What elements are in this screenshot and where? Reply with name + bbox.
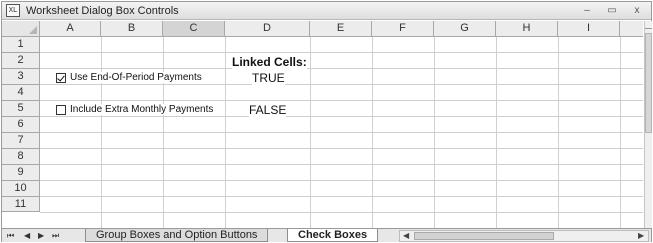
row-header-5[interactable]: 5	[2, 101, 40, 117]
row-header-3[interactable]: 3	[2, 69, 40, 85]
checkbox-box[interactable]	[56, 72, 66, 83]
row-header-1[interactable]: 1	[2, 37, 40, 53]
row-header-7[interactable]: 7	[2, 133, 40, 149]
column-header-g[interactable]: G	[434, 21, 496, 37]
column-header-i[interactable]: I	[558, 21, 620, 37]
grid-line-horizontal	[40, 52, 643, 53]
cell-area[interactable]: Use End-Of-Period Payments Include Extra…	[40, 37, 643, 228]
grid-line-horizontal	[40, 100, 643, 101]
linked-cell-value-2[interactable]: FALSE	[249, 103, 287, 117]
workbook-window: XL Worksheet Dialog Box Controls – ▭ x A…	[1, 1, 652, 242]
row-header-11[interactable]: 11	[2, 197, 40, 212]
scroll-right-icon[interactable]: ▶	[638, 231, 644, 241]
checkbox-label[interactable]: Use End-Of-Period Payments	[70, 72, 202, 83]
extra-payments-checkbox[interactable]: Include Extra Monthly Payments	[56, 104, 214, 115]
linked-cell-value-1[interactable]: TRUE	[252, 71, 285, 85]
grid-line-horizontal	[40, 148, 643, 149]
grid-line-horizontal	[40, 84, 643, 85]
grid-line-horizontal	[40, 164, 643, 165]
row-header-2[interactable]: 2	[2, 53, 40, 69]
horizontal-scrollbar[interactable]: ◀ ▶	[399, 230, 649, 242]
column-header-d[interactable]: D	[225, 21, 310, 37]
column-header-overflow[interactable]	[620, 21, 643, 37]
row-header-9[interactable]: 9	[2, 165, 40, 181]
column-header-h[interactable]: H	[496, 21, 558, 37]
sheet-tab-check-boxes[interactable]: Check Boxes	[287, 229, 379, 242]
row-header-6[interactable]: 6	[2, 117, 40, 133]
column-header-c[interactable]: C	[163, 21, 225, 37]
grid-line-horizontal	[40, 180, 643, 181]
last-sheet-icon[interactable]: ⏭	[52, 230, 59, 241]
grid-line-horizontal	[40, 196, 643, 197]
select-all-button[interactable]	[2, 21, 40, 37]
column-header-b[interactable]: B	[101, 21, 163, 37]
window-title: Worksheet Dialog Box Controls	[26, 5, 179, 17]
grid-line-horizontal	[40, 68, 643, 69]
row-header-8[interactable]: 8	[2, 149, 40, 165]
split-handle[interactable]	[645, 23, 652, 29]
column-header-a[interactable]: A	[40, 21, 101, 37]
first-sheet-icon[interactable]: ⏮	[7, 230, 14, 241]
sheet-tab-group-boxes[interactable]: Group Boxes and Option Buttons	[85, 229, 269, 242]
worksheet-grid[interactable]: A B C D E F G H I 1 2 3 4 5 6 7 8 9 10 1…	[2, 21, 643, 228]
title-bar[interactable]: XL Worksheet Dialog Box Controls – ▭ x	[2, 2, 651, 20]
sheet-tab-bar: ⏮ ◀ ▶ ⏭ Group Boxes and Option Buttons C…	[2, 228, 651, 242]
checkbox-box[interactable]	[56, 104, 66, 115]
row-header-4[interactable]: 4	[2, 85, 40, 101]
column-header-row: A B C D E F G H I	[2, 21, 643, 37]
horizontal-scroll-thumb[interactable]	[414, 232, 554, 240]
checkbox-label[interactable]: Include Extra Monthly Payments	[70, 104, 213, 115]
close-button[interactable]: x	[630, 4, 644, 17]
grid-line-horizontal	[40, 116, 643, 117]
next-sheet-icon[interactable]: ▶	[38, 230, 44, 241]
column-header-e[interactable]: E	[310, 21, 372, 37]
row-header-10[interactable]: 10	[2, 181, 40, 197]
linked-cells-heading[interactable]: Linked Cells:	[232, 55, 307, 69]
prev-sheet-icon[interactable]: ◀	[24, 230, 30, 241]
grid-line-horizontal	[40, 132, 643, 133]
excel-workbook-icon[interactable]: XL	[6, 4, 20, 17]
end-of-period-checkbox[interactable]: Use End-Of-Period Payments	[56, 72, 202, 83]
restore-button[interactable]: ▭	[605, 4, 619, 17]
grid-line-horizontal	[40, 212, 643, 213]
vertical-scrollbar[interactable]	[644, 21, 652, 228]
vertical-scroll-thumb[interactable]	[645, 33, 652, 133]
minimize-button[interactable]: –	[580, 4, 594, 17]
scroll-left-icon[interactable]: ◀	[403, 231, 409, 241]
column-header-f[interactable]: F	[372, 21, 434, 37]
